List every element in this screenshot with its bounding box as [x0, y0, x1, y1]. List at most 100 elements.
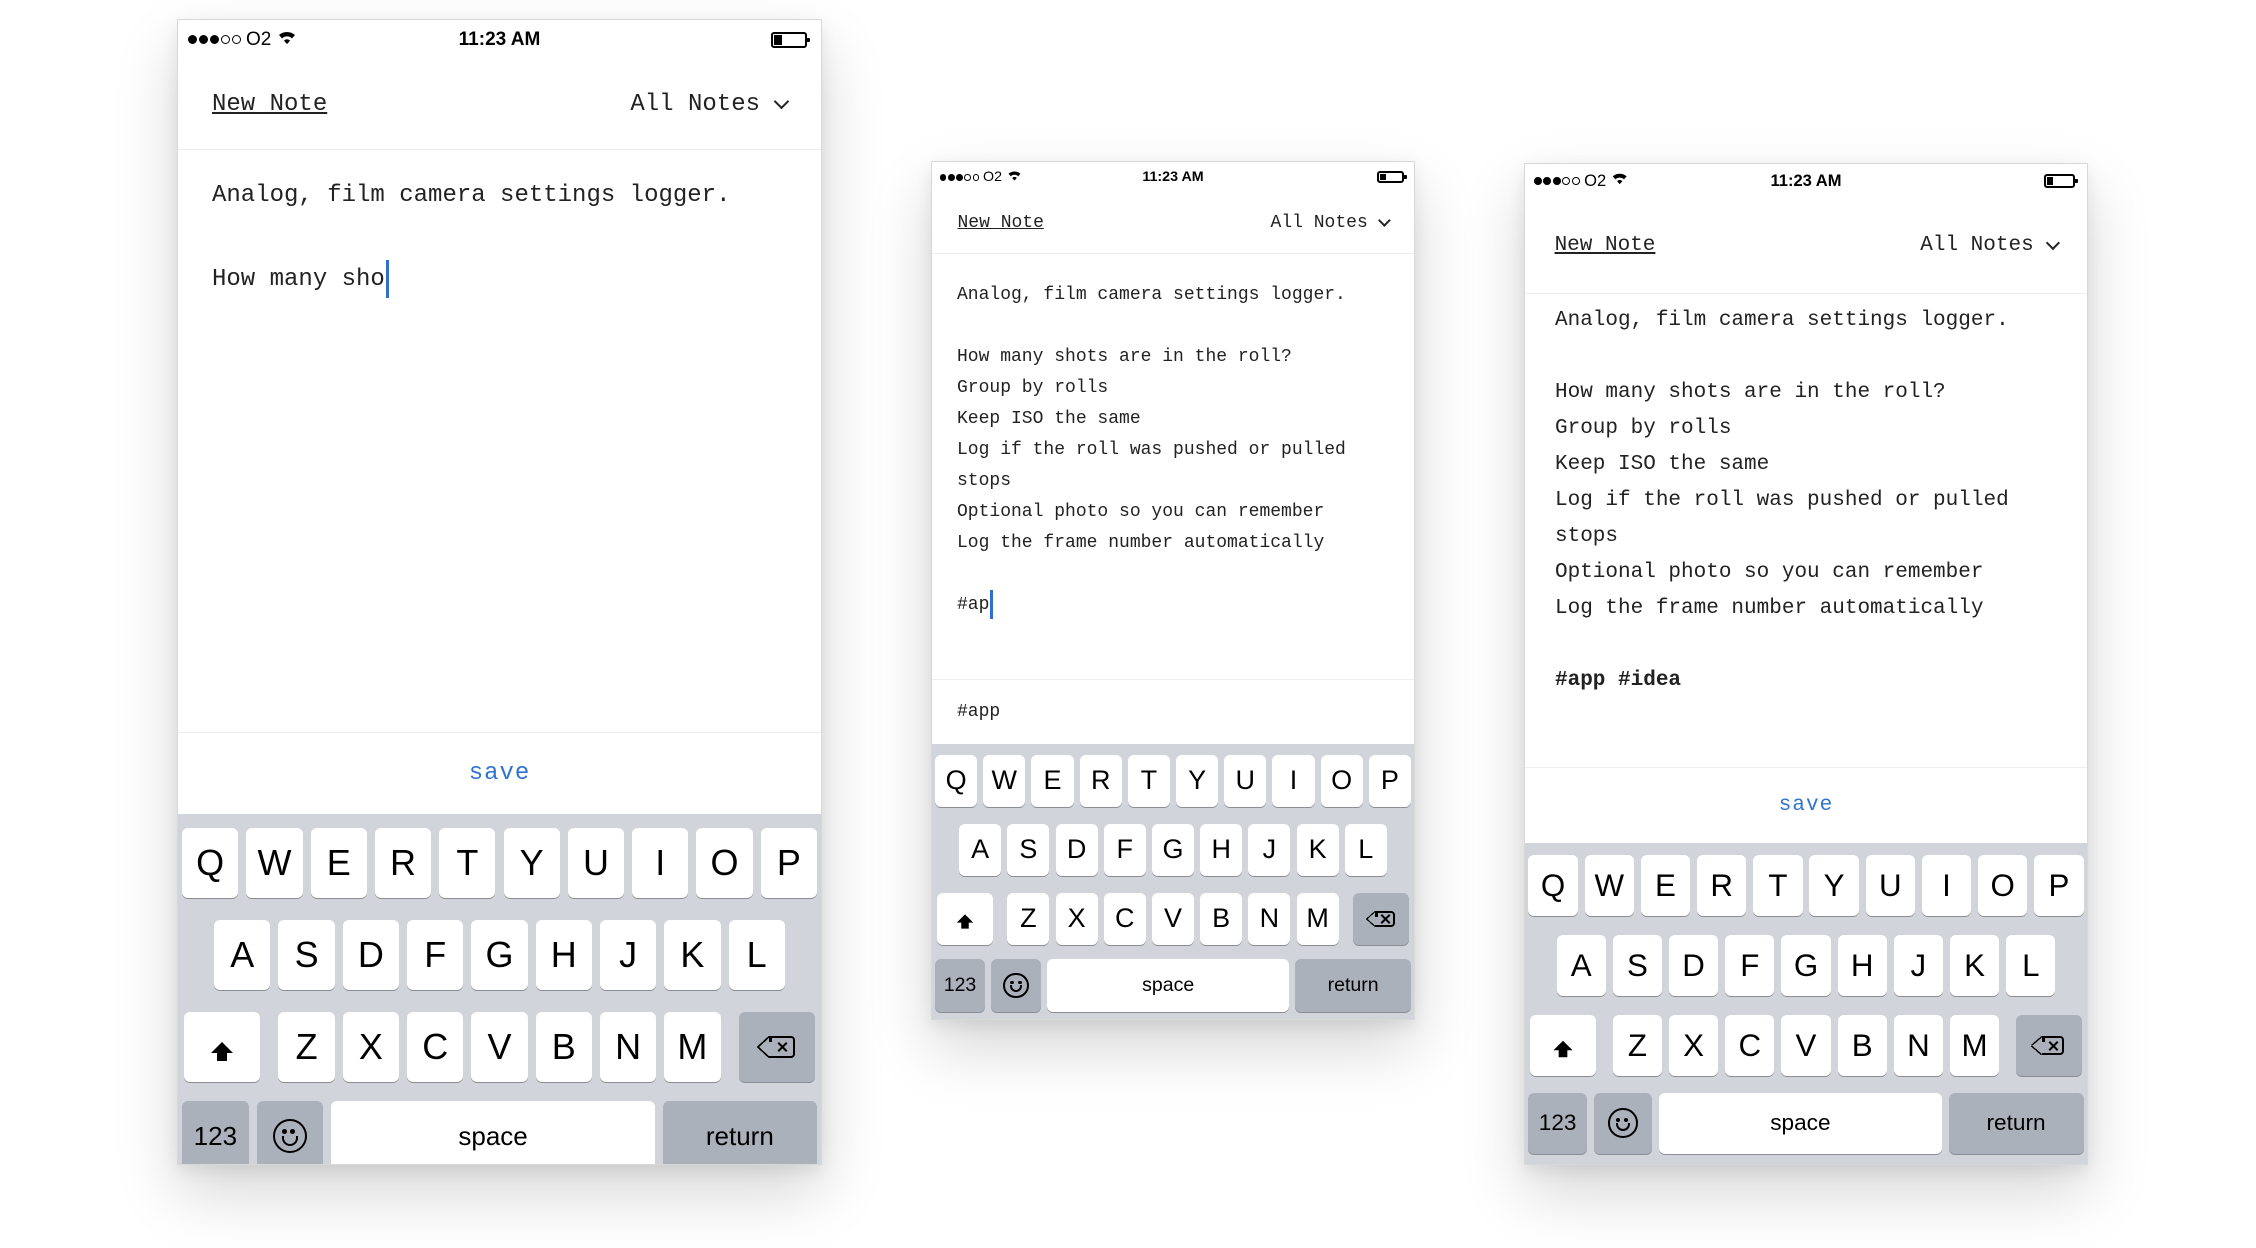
key-x[interactable]: X — [1668, 1015, 1719, 1077]
key-o[interactable]: O — [696, 828, 753, 898]
key-p[interactable]: P — [760, 828, 817, 898]
key-j[interactable]: J — [599, 920, 657, 990]
key-c[interactable]: C — [1103, 892, 1146, 945]
key-e[interactable]: E — [1640, 855, 1691, 917]
backspace-key[interactable] — [1352, 892, 1410, 945]
all-notes-dropdown[interactable]: All Notes — [630, 91, 790, 118]
key-d[interactable]: D — [1055, 823, 1098, 876]
backspace-key[interactable] — [739, 1012, 815, 1082]
key-g[interactable]: G — [1151, 823, 1195, 876]
key-p[interactable]: P — [2034, 855, 2084, 917]
space-bar[interactable]: space — [1047, 959, 1290, 1012]
return-key[interactable]: return — [1295, 959, 1411, 1012]
key-z[interactable]: Z — [1007, 892, 1050, 945]
key-e[interactable]: E — [1031, 754, 1074, 807]
note-editor[interactable]: Analog, film camera settings logger. How … — [957, 280, 1346, 621]
key-q[interactable]: Q — [935, 754, 978, 807]
note-editor[interactable]: Analog, film camera settings logger. How … — [1555, 303, 2009, 699]
key-k[interactable]: K — [1949, 935, 2000, 997]
key-t[interactable]: T — [439, 828, 496, 898]
key-f[interactable]: F — [1103, 823, 1146, 876]
save-button[interactable]: save — [469, 760, 531, 787]
save-button[interactable]: save — [1779, 794, 1833, 817]
key-g[interactable]: G — [1781, 935, 1831, 997]
return-key[interactable]: return — [662, 1101, 817, 1164]
key-h[interactable]: H — [1837, 935, 1887, 997]
key-w[interactable]: W — [983, 754, 1026, 807]
space-bar[interactable]: space — [1659, 1092, 1942, 1154]
key-m[interactable]: M — [1949, 1015, 2000, 1077]
key-a[interactable]: A — [214, 920, 271, 990]
key-l[interactable]: L — [728, 920, 785, 990]
key-s[interactable]: S — [278, 920, 335, 990]
key-v[interactable]: V — [1781, 1015, 1831, 1077]
key-c[interactable]: C — [407, 1012, 464, 1082]
numbers-key[interactable]: 123 — [935, 959, 986, 1012]
key-b[interactable]: B — [1200, 892, 1243, 945]
key-i[interactable]: I — [1921, 855, 1972, 917]
shift-key[interactable] — [1530, 1015, 1597, 1077]
tag-suggestion-bar[interactable]: #app — [932, 679, 1414, 744]
key-r[interactable]: R — [1079, 754, 1122, 807]
key-o[interactable]: O — [1978, 855, 2028, 917]
shift-key[interactable] — [936, 892, 994, 945]
key-f[interactable]: F — [1725, 935, 1775, 997]
key-i[interactable]: I — [1272, 754, 1315, 807]
shift-key[interactable] — [184, 1012, 260, 1082]
key-u[interactable]: U — [567, 828, 625, 898]
key-y[interactable]: Y — [1176, 754, 1219, 807]
tag-suggestion[interactable]: #app — [957, 702, 1000, 722]
key-j[interactable]: J — [1893, 935, 1943, 997]
key-j[interactable]: J — [1248, 823, 1291, 876]
key-z[interactable]: Z — [278, 1012, 335, 1082]
key-r[interactable]: R — [374, 828, 432, 898]
key-l[interactable]: L — [1344, 823, 1387, 876]
numbers-key[interactable]: 123 — [182, 1101, 249, 1164]
key-p[interactable]: P — [1368, 754, 1411, 807]
key-y[interactable]: Y — [1809, 855, 1859, 917]
new-note-link[interactable]: New Note — [1555, 234, 1656, 257]
key-t[interactable]: T — [1753, 855, 1803, 917]
key-m[interactable]: M — [664, 1012, 721, 1082]
key-b[interactable]: B — [535, 1012, 592, 1082]
return-key[interactable]: return — [1948, 1092, 2084, 1154]
key-v[interactable]: V — [471, 1012, 528, 1082]
key-d[interactable]: D — [1668, 935, 1719, 997]
all-notes-dropdown[interactable]: All Notes — [1271, 213, 1391, 233]
key-b[interactable]: B — [1837, 1015, 1887, 1077]
key-g[interactable]: G — [471, 920, 528, 990]
key-x[interactable]: X — [342, 1012, 400, 1082]
key-n[interactable]: N — [1248, 892, 1291, 945]
key-u[interactable]: U — [1865, 855, 1915, 917]
key-q[interactable]: Q — [1528, 855, 1578, 917]
emoji-key[interactable] — [256, 1101, 324, 1164]
key-r[interactable]: R — [1697, 855, 1747, 917]
emoji-key[interactable] — [991, 959, 1042, 1012]
key-e[interactable]: E — [310, 828, 367, 898]
key-q[interactable]: Q — [182, 828, 239, 898]
key-x[interactable]: X — [1055, 892, 1098, 945]
key-n[interactable]: N — [599, 1012, 657, 1082]
space-bar[interactable]: space — [331, 1101, 655, 1164]
key-z[interactable]: Z — [1612, 1015, 1662, 1077]
key-k[interactable]: K — [664, 920, 721, 990]
key-m[interactable]: M — [1296, 892, 1339, 945]
backspace-key[interactable] — [2015, 1015, 2082, 1077]
key-a[interactable]: A — [1556, 935, 1606, 997]
key-y[interactable]: Y — [503, 828, 560, 898]
key-a[interactable]: A — [959, 823, 1002, 876]
key-u[interactable]: U — [1224, 754, 1267, 807]
key-c[interactable]: C — [1725, 1015, 1775, 1077]
key-w[interactable]: W — [1584, 855, 1634, 917]
key-o[interactable]: O — [1320, 754, 1363, 807]
key-k[interactable]: K — [1296, 823, 1339, 876]
new-note-link[interactable]: New Note — [212, 91, 327, 118]
new-note-link[interactable]: New Note — [958, 213, 1044, 233]
key-t[interactable]: T — [1127, 754, 1170, 807]
key-n[interactable]: N — [1893, 1015, 1943, 1077]
key-v[interactable]: V — [1151, 892, 1195, 945]
key-s[interactable]: S — [1007, 823, 1050, 876]
key-l[interactable]: L — [2006, 935, 2056, 997]
note-editor[interactable]: Analog, film camera settings logger. How … — [212, 175, 730, 301]
key-i[interactable]: I — [632, 828, 689, 898]
